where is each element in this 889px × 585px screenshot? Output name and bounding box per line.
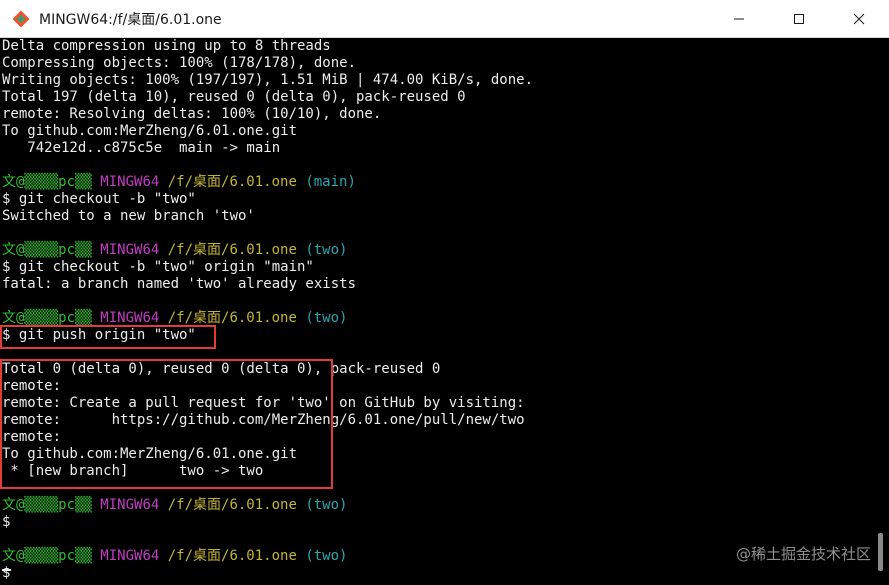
terminal-text-segment: MINGW64 (100, 310, 168, 326)
terminal-text-segment: To github.com:MerZheng/6.01.one.git (2, 123, 298, 139)
terminal-text-segment: /f/桌面/6.01.one (167, 242, 306, 258)
terminal-text-segment: (two) (305, 310, 348, 326)
highlight-push-command (0, 325, 216, 349)
terminal-line: 742e12d..c875c5e main -> main (2, 140, 280, 157)
terminal-scrollbar[interactable] (872, 38, 889, 585)
terminal-line: Total 197 (delta 10), reused 0 (delta 0)… (2, 89, 466, 106)
window-title: MINGW64:/f/桌面/6.01.one (39, 11, 222, 28)
terminal-line: fatal: a branch named 'two' already exis… (2, 276, 356, 293)
terminal-text-segment: (two) (305, 497, 348, 513)
git-bash-icon (11, 9, 31, 29)
terminal-text-segment: /f/桌面/6.01.one (167, 174, 306, 190)
terminal-text-segment: $ git checkout -b "two" (2, 191, 196, 207)
terminal-line: To github.com:MerZheng/6.01.one.git (2, 123, 297, 140)
terminal-line: 文@▒▒▒▒pc▒▒ MINGW64 /f/桌面/6.01.one (two) (2, 242, 347, 259)
terminal-text-segment: (two) (305, 242, 348, 258)
terminal-text-segment: 742e12d..c875c5e main -> main (2, 140, 281, 156)
terminal-text-segment: $ (2, 514, 11, 530)
terminal-line: $ git checkout -b "two" (2, 191, 196, 208)
terminal-text-segment: MINGW64 (100, 174, 168, 190)
terminal-text-segment: 文@▒▒▒▒pc▒▒ (2, 174, 101, 190)
terminal-line: 文@▒▒▒▒pc▒▒ MINGW64 /f/桌面/6.01.one (two) (2, 548, 347, 565)
terminal-text-segment: 文@▒▒▒▒pc▒▒ (2, 497, 101, 513)
terminal-output[interactable]: Delta compression using up to 8 threads C… (0, 38, 872, 585)
terminal-line: Delta compression using up to 8 threads (2, 38, 331, 55)
terminal-line: Switched to a new branch 'two' (2, 208, 255, 225)
terminal-text-segment: 文@▒▒▒▒pc▒▒ (2, 548, 101, 564)
terminal-text-segment: 文@▒▒▒▒pc▒▒ (2, 310, 101, 326)
terminal-text-segment: MINGW64 (100, 242, 168, 258)
terminal-line: Writing objects: 100% (197/197), 1.51 Mi… (2, 72, 533, 89)
terminal-text-segment: $ (2, 565, 11, 581)
close-button[interactable] (829, 0, 889, 38)
maximize-icon (794, 14, 804, 24)
watermark: @稀土掘金技术社区 (735, 545, 871, 563)
maximize-button[interactable] (769, 0, 829, 38)
minimize-icon (734, 18, 744, 20)
terminal-line: $ (2, 514, 10, 531)
terminal-line: remote: Resolving deltas: 100% (10/10), … (2, 106, 381, 123)
terminal-text-segment: MINGW64 (100, 497, 168, 513)
terminal-line: $ git checkout -b "two" origin "main" (2, 259, 314, 276)
terminal-line: 文@▒▒▒▒pc▒▒ MINGW64 /f/桌面/6.01.one (main) (2, 174, 356, 191)
terminal-text-segment: /f/桌面/6.01.one (167, 497, 306, 513)
terminal-text-segment: Total 197 (delta 10), reused 0 (delta 0)… (2, 89, 466, 105)
terminal-line: $ (2, 565, 10, 582)
minimize-button[interactable] (709, 0, 769, 38)
terminal-text-segment: /f/桌面/6.01.one (167, 548, 306, 564)
terminal-text-segment: Writing objects: 100% (197/197), 1.51 Mi… (2, 72, 534, 88)
terminal-text-segment: Switched to a new branch 'two' (2, 208, 255, 224)
scrollbar-thumb[interactable] (878, 533, 883, 571)
close-icon (853, 13, 865, 25)
terminal-text-segment: fatal: a branch named 'two' already exis… (2, 276, 357, 292)
terminal-text-segment: (two) (305, 548, 348, 564)
terminal-text-segment: remote: Resolving deltas: 100% (10/10), … (2, 106, 382, 122)
window-controls (709, 0, 889, 38)
terminal-text-segment: /f/桌面/6.01.one (167, 310, 306, 326)
terminal-text-segment: MINGW64 (100, 548, 168, 564)
title-bar[interactable]: MINGW64:/f/桌面/6.01.one (0, 0, 889, 38)
highlight-push-output (0, 359, 333, 489)
terminal-line: Compressing objects: 100% (178/178), don… (2, 55, 356, 72)
terminal-line: 文@▒▒▒▒pc▒▒ MINGW64 /f/桌面/6.01.one (two) (2, 497, 347, 514)
terminal-text-segment: Compressing objects: 100% (178/178), don… (2, 55, 357, 71)
terminal-text-segment: $ git checkout -b "two" origin "main" (2, 259, 314, 275)
terminal-text-segment: Delta compression using up to 8 threads (2, 38, 331, 54)
terminal-text-segment: (main) (305, 174, 356, 190)
terminal-text-segment: 文@▒▒▒▒pc▒▒ (2, 242, 101, 258)
terminal-cursor (2, 569, 11, 571)
